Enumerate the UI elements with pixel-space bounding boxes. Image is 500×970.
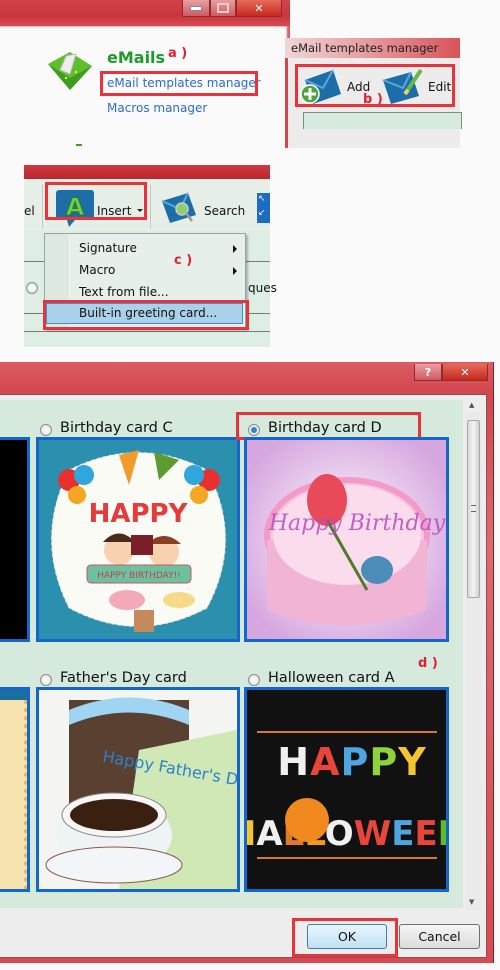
radio-birthday-c[interactable]	[40, 424, 52, 436]
halloween-image: HAPPY HALLOWEEN HAPPY HALLOWEEN	[247, 690, 446, 859]
window-controls: ✕	[182, 0, 282, 18]
maximize-icon	[217, 3, 229, 13]
emails-section-title: eMails	[107, 48, 166, 67]
menu-item-text-from-file[interactable]: Text from file...	[79, 285, 169, 299]
dialog-title-buttons: ? ✕	[414, 364, 488, 382]
submenu-arrow-icon	[233, 245, 237, 253]
window-titlebar	[24, 165, 270, 179]
close-icon: ✕	[460, 365, 470, 379]
divider	[24, 331, 270, 332]
menu-item-macro[interactable]: Macro	[79, 263, 115, 277]
card-thumbnail-partial-2[interactable]	[0, 687, 30, 892]
scrollbar-thumb[interactable]	[467, 420, 480, 598]
envelope-search-icon	[161, 192, 196, 223]
macros-manager-link[interactable]: Macros manager	[107, 101, 207, 115]
help-icon: ?	[424, 365, 432, 379]
highlight-box-ok	[292, 918, 398, 957]
card-halloween-a[interactable]: HAPPY HALLOWEEN HAPPY HALLOWEEN	[244, 687, 449, 892]
highlight-box-a	[100, 71, 258, 96]
close-button[interactable]: ✕	[236, 0, 282, 17]
toolbar-label-fragment[interactable]: el	[24, 204, 35, 218]
birthday-c-banner-text: HAPPY BIRTHDAY!!	[97, 571, 181, 581]
label-halloween-a[interactable]: Halloween card A	[268, 670, 395, 686]
background-text-fragment: ques	[248, 281, 277, 295]
templates-manager-window: eMail templates manager Add Edit b )	[285, 38, 462, 148]
maximize-button[interactable]	[210, 0, 236, 17]
annotation-c: c )	[174, 253, 193, 268]
highlight-box-c	[43, 300, 249, 330]
card-birthday-d[interactable]: Happy Birthday	[244, 437, 449, 642]
grip-icon	[471, 505, 476, 512]
highlight-box-selected-card	[236, 412, 421, 440]
radio-halloween-a[interactable]	[248, 674, 260, 686]
svg-text:HAPPY: HAPPY	[277, 740, 426, 784]
cutoff-icon-fragment	[76, 144, 82, 146]
close-icon: ✕	[254, 1, 264, 15]
control-panel-window: ✕ eMails a ) eMail templates manager Mac…	[0, 0, 290, 148]
card-birthday-c[interactable]: HAPPY HAPPY BIRTHDAY!!	[36, 437, 240, 642]
emails-envelope-icon	[46, 50, 94, 92]
birthday-d-image: Happy Birthday	[247, 440, 446, 639]
toolbar-separator	[42, 185, 43, 229]
card-fathers-day[interactable]: Happy Father's Day	[36, 687, 240, 892]
templates-list	[303, 112, 462, 129]
halloween-text: HAPPY HALLOWEEN	[247, 690, 257, 691]
radio-fathers-day[interactable]	[40, 674, 52, 686]
card-thumbnail-partial[interactable]	[0, 437, 30, 642]
message-editor-window: el A Insert Search ↖ ↙ ques Signature Ma…	[24, 165, 277, 347]
svg-text:HAPPY: HAPPY	[89, 499, 189, 529]
minimize-icon	[190, 5, 202, 11]
help-button[interactable]: ?	[414, 364, 442, 381]
search-button-label[interactable]: Search	[204, 204, 245, 218]
highlight-box-b	[295, 64, 455, 107]
highlight-box-insert	[45, 182, 147, 220]
search-button[interactable]	[160, 191, 200, 225]
label-fathers-day[interactable]: Father's Day card	[60, 670, 187, 686]
radio-button[interactable]	[26, 282, 38, 294]
expand-icon[interactable]: ↖ ↙	[257, 193, 270, 223]
toolbar-separator	[150, 185, 151, 229]
label-birthday-c[interactable]: Birthday card C	[60, 420, 173, 436]
birthday-c-image: HAPPY HAPPY BIRTHDAY!!	[51, 450, 226, 632]
dialog-close-button[interactable]: ✕	[442, 364, 488, 381]
svg-text:HALLOWEEN: HALLOWEEN	[247, 814, 446, 854]
scroll-down-arrow-icon[interactable]: ▼	[469, 898, 474, 906]
cancel-button[interactable]: Cancel	[399, 924, 480, 949]
minimize-button[interactable]	[182, 0, 210, 17]
window-title: eMail templates manager	[285, 38, 460, 58]
scroll-up-arrow-icon[interactable]: ▲	[469, 401, 474, 409]
submenu-arrow-icon	[233, 267, 237, 275]
birthday-d-text: Happy Birthday	[268, 511, 446, 536]
annotation-a: a )	[168, 46, 188, 61]
annotation-d: d )	[418, 656, 438, 671]
fathers-day-image: Happy Father's Day	[45, 697, 237, 889]
menu-item-signature[interactable]: Signature	[79, 241, 137, 255]
